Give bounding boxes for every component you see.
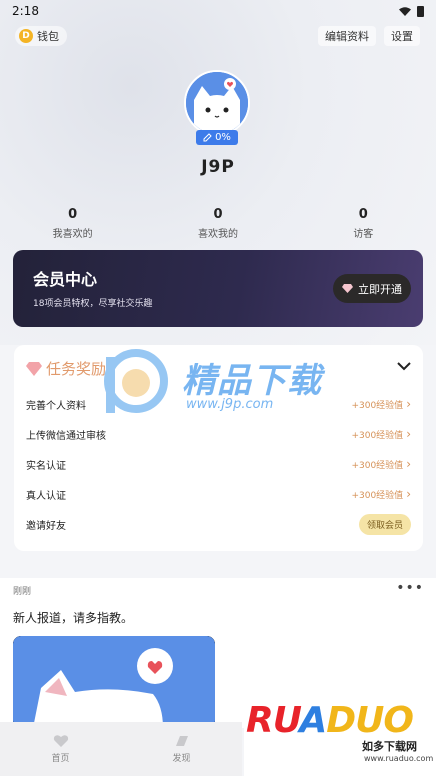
chevron-down-icon[interactable] <box>397 361 411 371</box>
username: J9P <box>201 157 235 177</box>
stat-i-like[interactable]: 0 我喜欢的 <box>0 207 145 240</box>
chevron-right-icon: › <box>406 457 411 471</box>
chevron-right-icon: › <box>406 427 411 441</box>
diamond-icon <box>342 284 353 293</box>
task-label: 邀请好友 <box>26 520 66 532</box>
post-image[interactable] <box>13 636 215 728</box>
nav-discover-label: 发现 <box>172 754 191 764</box>
task-label: 完善个人资料 <box>26 400 86 412</box>
settings-button[interactable]: 设置 <box>384 26 420 46</box>
nav-home-label: 首页 <box>51 754 70 764</box>
task-reward: +300经验值 <box>351 490 404 501</box>
task-row: 邀请好友 领取会员 <box>26 513 411 535</box>
edit-pencil-icon <box>203 133 212 142</box>
task-reward: +300经验值 <box>351 460 404 471</box>
avatar-container[interactable]: 0% <box>184 70 252 150</box>
cat-illustration-icon <box>13 636 215 728</box>
nav-home[interactable]: 首页 <box>0 722 121 776</box>
bottom-nav: 首页 发现 <box>0 722 242 776</box>
task-reward: +300经验值 <box>351 400 404 411</box>
ruanduo-watermark: RUADUO 如多下载网 www.ruaduo.com <box>244 696 436 776</box>
task-row[interactable]: 上传微信通过审核 +300经验值 › <box>26 425 411 443</box>
wifi-icon <box>399 6 411 16</box>
heart-icon <box>53 735 68 747</box>
status-bar: 2:18 <box>0 0 436 22</box>
vip-open-button[interactable]: 立即开通 <box>333 274 411 303</box>
vip-open-label: 立即开通 <box>358 282 402 296</box>
avatar[interactable] <box>184 70 250 136</box>
wallet-button[interactable]: D 钱包 <box>15 26 67 46</box>
chevron-right-icon: › <box>406 487 411 501</box>
more-icon[interactable]: ••• <box>396 580 424 596</box>
task-row[interactable]: 实名认证 +300经验值 › <box>26 455 411 473</box>
vip-center-card[interactable]: 会员中心 18项会员特权，尽享社交乐趣 立即开通 <box>13 250 423 327</box>
post-text: 新人报道，请多指教。 <box>13 611 134 625</box>
task-reward: +300经验值 <box>351 430 404 441</box>
stat-label: 喜欢我的 <box>197 229 238 240</box>
stat-visitors[interactable]: 0 访客 <box>291 207 436 240</box>
status-time: 2:18 <box>12 4 39 18</box>
profile-completion-value: 0% <box>215 132 231 143</box>
battery-icon <box>417 5 424 17</box>
stat-label: 我喜欢的 <box>52 229 93 240</box>
task-title: 任务奖励 <box>46 360 107 378</box>
stat-value: 0 <box>68 207 78 222</box>
task-label: 真人认证 <box>26 490 66 502</box>
edit-profile-button[interactable]: 编辑资料 <box>318 26 376 46</box>
task-rewards-card: 任务奖励 完善个人资料 +300经验值 › 上传微信通过审核 +300经验值 › 实… <box>14 345 423 551</box>
stat-value: 0 <box>358 207 368 222</box>
stat-likes-me[interactable]: 0 喜欢我的 <box>145 207 290 240</box>
claim-vip-button[interactable]: 领取会员 <box>359 513 411 535</box>
task-row[interactable]: 完善个人资料 +300经验值 › <box>26 395 411 413</box>
stat-value: 0 <box>213 207 223 222</box>
ruanduo-logo: RUADUO <box>246 700 414 741</box>
nav-discover[interactable]: 发现 <box>121 722 242 776</box>
post-time: 刚刚 <box>13 587 32 597</box>
chevron-right-icon: › <box>406 397 411 411</box>
ruanduo-cn: 如多下载网 <box>362 740 417 753</box>
stats-row: 0 我喜欢的 0 喜欢我的 0 访客 <box>0 207 436 240</box>
stat-label: 访客 <box>353 229 374 240</box>
ruanduo-url: www.ruaduo.com <box>364 754 434 763</box>
task-row[interactable]: 真人认证 +300经验值 › <box>26 485 411 503</box>
coin-icon: D <box>19 29 33 43</box>
task-header: 任务奖励 <box>26 358 106 379</box>
profile-completion-badge: 0% <box>196 130 238 145</box>
task-label: 上传微信通过审核 <box>26 430 106 442</box>
cat-avatar-icon <box>186 72 248 134</box>
wallet-label: 钱包 <box>37 30 59 43</box>
discover-icon <box>175 736 188 746</box>
diamond-icon <box>26 361 42 376</box>
header-actions: 编辑资料 设置 <box>318 26 420 46</box>
task-label: 实名认证 <box>26 460 66 472</box>
